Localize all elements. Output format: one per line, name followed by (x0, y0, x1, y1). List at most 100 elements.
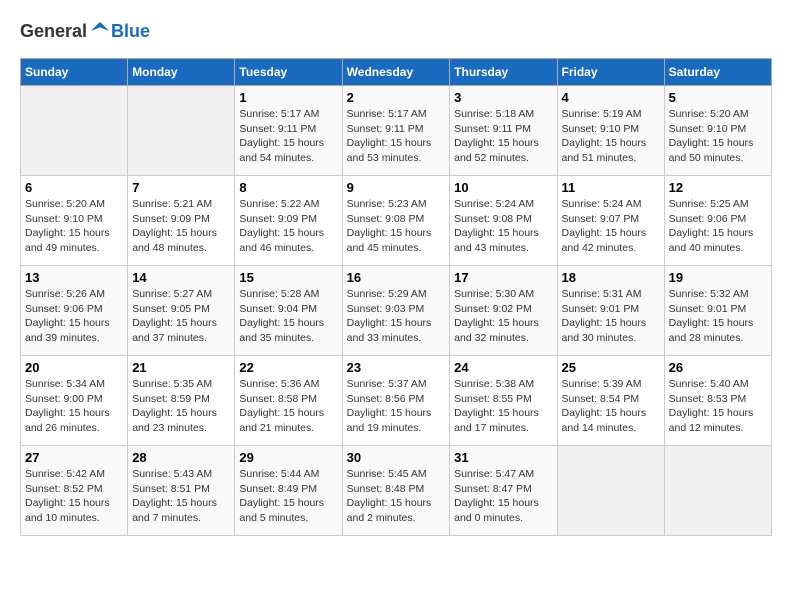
day-cell: 2 Sunrise: 5:17 AMSunset: 9:11 PMDaylight… (342, 86, 450, 176)
day-info: Sunrise: 5:21 AMSunset: 9:09 PMDaylight:… (132, 197, 230, 256)
day-info: Sunrise: 5:24 AMSunset: 9:07 PMDaylight:… (562, 197, 660, 256)
calendar-table: SundayMondayTuesdayWednesdayThursdayFrid… (20, 58, 772, 536)
day-number: 4 (562, 90, 660, 105)
day-number: 29 (239, 450, 337, 465)
day-cell (21, 86, 128, 176)
day-cell: 26Sunrise: 5:40 AMSunset: 8:53 PMDayligh… (664, 356, 771, 446)
day-cell: 15 Sunrise: 5:28 AMSunset: 9:04 PMDayligh… (235, 266, 342, 356)
day-number: 27 (25, 450, 123, 465)
day-cell: 1 Sunrise: 5:17 AMSunset: 9:11 PMDaylight… (235, 86, 342, 176)
day-info: Sunrise: 5:36 AMSunset: 8:58 PMDaylight:… (239, 377, 337, 436)
day-number: 7 (132, 180, 230, 195)
day-number: 21 (132, 360, 230, 375)
day-number: 3 (454, 90, 552, 105)
day-number: 16 (347, 270, 446, 285)
week-row-4: 20 Sunrise: 5:34 AMSunset: 9:00 PMDayligh… (21, 356, 772, 446)
weekday-header-thursday: Thursday (450, 59, 557, 86)
day-info: Sunrise: 5:45 AMSunset: 8:48 PMDaylight:… (347, 467, 446, 526)
day-cell: 27 Sunrise: 5:42 AMSunset: 8:52 PMDayligh… (21, 446, 128, 536)
day-info: Sunrise: 5:37 AMSunset: 8:56 PMDaylight:… (347, 377, 446, 436)
weekday-header-wednesday: Wednesday (342, 59, 450, 86)
day-cell: 7 Sunrise: 5:21 AMSunset: 9:09 PMDaylight… (128, 176, 235, 266)
day-info: Sunrise: 5:17 AMSunset: 9:11 PMDaylight:… (347, 107, 446, 166)
day-number: 22 (239, 360, 337, 375)
day-cell: 12Sunrise: 5:25 AMSunset: 9:06 PMDayligh… (664, 176, 771, 266)
day-info: Sunrise: 5:42 AMSunset: 8:52 PMDaylight:… (25, 467, 123, 526)
day-number: 31 (454, 450, 552, 465)
day-cell: 24Sunrise: 5:38 AMSunset: 8:55 PMDayligh… (450, 356, 557, 446)
day-cell: 9 Sunrise: 5:23 AMSunset: 9:08 PMDaylight… (342, 176, 450, 266)
day-number: 13 (25, 270, 123, 285)
day-cell: 6Sunrise: 5:20 AMSunset: 9:10 PMDaylight… (21, 176, 128, 266)
day-cell: 25 Sunrise: 5:39 AMSunset: 8:54 PMDayligh… (557, 356, 664, 446)
weekday-header-row: SundayMondayTuesdayWednesdayThursdayFrid… (21, 59, 772, 86)
day-cell: 4 Sunrise: 5:19 AMSunset: 9:10 PMDaylight… (557, 86, 664, 176)
day-info: Sunrise: 5:40 AMSunset: 8:53 PMDaylight:… (669, 377, 767, 436)
day-info: Sunrise: 5:17 AMSunset: 9:11 PMDaylight:… (239, 107, 337, 166)
day-cell (664, 446, 771, 536)
day-number: 28 (132, 450, 230, 465)
weekday-header-tuesday: Tuesday (235, 59, 342, 86)
weekday-header-sunday: Sunday (21, 59, 128, 86)
week-row-2: 6Sunrise: 5:20 AMSunset: 9:10 PMDaylight… (21, 176, 772, 266)
day-cell: 16 Sunrise: 5:29 AMSunset: 9:03 PMDayligh… (342, 266, 450, 356)
day-number: 14 (132, 270, 230, 285)
day-number: 1 (239, 90, 337, 105)
weekday-header-friday: Friday (557, 59, 664, 86)
day-info: Sunrise: 5:19 AMSunset: 9:10 PMDaylight:… (562, 107, 660, 166)
day-info: Sunrise: 5:43 AMSunset: 8:51 PMDaylight:… (132, 467, 230, 526)
day-number: 11 (562, 180, 660, 195)
day-number: 8 (239, 180, 337, 195)
day-number: 20 (25, 360, 123, 375)
day-number: 23 (347, 360, 446, 375)
week-row-3: 13 Sunrise: 5:26 AMSunset: 9:06 PMDayligh… (21, 266, 772, 356)
day-cell: 23 Sunrise: 5:37 AMSunset: 8:56 PMDayligh… (342, 356, 450, 446)
logo-icon (89, 20, 111, 42)
day-cell: 20 Sunrise: 5:34 AMSunset: 9:00 PMDayligh… (21, 356, 128, 446)
week-row-5: 27 Sunrise: 5:42 AMSunset: 8:52 PMDayligh… (21, 446, 772, 536)
day-info: Sunrise: 5:32 AMSunset: 9:01 PMDaylight:… (669, 287, 767, 346)
day-cell: 28 Sunrise: 5:43 AMSunset: 8:51 PMDayligh… (128, 446, 235, 536)
day-cell: 30Sunrise: 5:45 AMSunset: 8:48 PMDayligh… (342, 446, 450, 536)
day-info: Sunrise: 5:38 AMSunset: 8:55 PMDaylight:… (454, 377, 552, 436)
day-info: Sunrise: 5:22 AMSunset: 9:09 PMDaylight:… (239, 197, 337, 256)
day-cell (128, 86, 235, 176)
day-info: Sunrise: 5:30 AMSunset: 9:02 PMDaylight:… (454, 287, 552, 346)
day-info: Sunrise: 5:23 AMSunset: 9:08 PMDaylight:… (347, 197, 446, 256)
day-info: Sunrise: 5:44 AMSunset: 8:49 PMDaylight:… (239, 467, 337, 526)
day-info: Sunrise: 5:34 AMSunset: 9:00 PMDaylight:… (25, 377, 123, 436)
day-info: Sunrise: 5:29 AMSunset: 9:03 PMDaylight:… (347, 287, 446, 346)
day-cell: 13 Sunrise: 5:26 AMSunset: 9:06 PMDayligh… (21, 266, 128, 356)
day-number: 10 (454, 180, 552, 195)
day-info: Sunrise: 5:39 AMSunset: 8:54 PMDaylight:… (562, 377, 660, 436)
day-info: Sunrise: 5:27 AMSunset: 9:05 PMDaylight:… (132, 287, 230, 346)
day-cell: 19 Sunrise: 5:32 AMSunset: 9:01 PMDayligh… (664, 266, 771, 356)
day-info: Sunrise: 5:28 AMSunset: 9:04 PMDaylight:… (239, 287, 337, 346)
day-cell (557, 446, 664, 536)
day-number: 2 (347, 90, 446, 105)
day-info: Sunrise: 5:35 AMSunset: 8:59 PMDaylight:… (132, 377, 230, 436)
day-cell: 5 Sunrise: 5:20 AMSunset: 9:10 PMDaylight… (664, 86, 771, 176)
day-info: Sunrise: 5:20 AMSunset: 9:10 PMDaylight:… (25, 197, 123, 256)
day-info: Sunrise: 5:47 AMSunset: 8:47 PMDaylight:… (454, 467, 552, 526)
day-number: 17 (454, 270, 552, 285)
day-number: 12 (669, 180, 767, 195)
day-cell: 3Sunrise: 5:18 AMSunset: 9:11 PMDaylight… (450, 86, 557, 176)
logo-blue-text: Blue (111, 21, 150, 42)
day-number: 25 (562, 360, 660, 375)
logo-general-text: General (20, 21, 87, 42)
day-number: 9 (347, 180, 446, 195)
logo: General Blue (20, 20, 150, 42)
weekday-header-monday: Monday (128, 59, 235, 86)
day-info: Sunrise: 5:20 AMSunset: 9:10 PMDaylight:… (669, 107, 767, 166)
day-cell: 22 Sunrise: 5:36 AMSunset: 8:58 PMDayligh… (235, 356, 342, 446)
day-info: Sunrise: 5:26 AMSunset: 9:06 PMDaylight:… (25, 287, 123, 346)
day-number: 5 (669, 90, 767, 105)
day-cell: 8 Sunrise: 5:22 AMSunset: 9:09 PMDaylight… (235, 176, 342, 266)
day-number: 19 (669, 270, 767, 285)
day-cell: 17 Sunrise: 5:30 AMSunset: 9:02 PMDayligh… (450, 266, 557, 356)
day-number: 15 (239, 270, 337, 285)
day-cell: 31 Sunrise: 5:47 AMSunset: 8:47 PMDayligh… (450, 446, 557, 536)
day-number: 18 (562, 270, 660, 285)
day-info: Sunrise: 5:31 AMSunset: 9:01 PMDaylight:… (562, 287, 660, 346)
